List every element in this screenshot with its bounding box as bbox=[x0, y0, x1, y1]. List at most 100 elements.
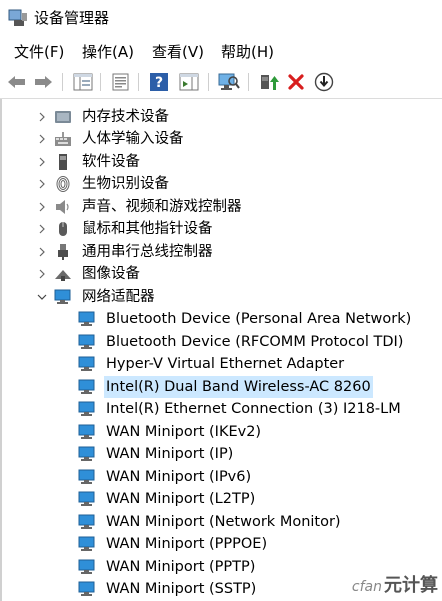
fingerprint-icon bbox=[56, 176, 70, 192]
adapter-label: WAN Miniport (IP) bbox=[106, 446, 234, 462]
speaker-icon bbox=[56, 200, 69, 214]
adapter-item[interactable]: Hyper-V Virtual Ethernet Adapter bbox=[78, 353, 438, 375]
menu-file[interactable]: 文件(F) bbox=[12, 42, 66, 62]
scan-hardware-icon bbox=[218, 73, 240, 90]
toolbar-separator bbox=[138, 73, 139, 91]
disable-device-button[interactable] bbox=[313, 71, 335, 93]
menu-help[interactable]: 帮助(H) bbox=[219, 42, 276, 62]
chevron-right-icon[interactable] bbox=[36, 106, 48, 128]
adapter-label: Bluetooth Device (RFCOMM Protocol TDI) bbox=[106, 334, 404, 350]
adapter-label: Bluetooth Device (Personal Area Network) bbox=[106, 311, 412, 327]
uninstall-icon bbox=[288, 74, 304, 90]
network-icon bbox=[54, 289, 71, 304]
toolbar-separator bbox=[100, 73, 101, 91]
tree-item-label: 内存技术设备 bbox=[82, 109, 169, 125]
network-adapter-icon bbox=[78, 446, 95, 461]
tree-item-sound-video-game[interactable]: 声音、视频和游戏控制器 bbox=[36, 196, 436, 218]
watermark-site: cfan bbox=[351, 579, 382, 595]
toolbar-separator bbox=[208, 73, 209, 91]
adapter-item[interactable]: WAN Miniport (IKEv2) bbox=[78, 421, 438, 443]
help-icon: ? bbox=[150, 73, 168, 91]
chevron-right-icon[interactable] bbox=[36, 173, 48, 195]
show-hide-tree-button[interactable] bbox=[72, 71, 94, 93]
tree-item-label: 声音、视频和游戏控制器 bbox=[82, 199, 242, 215]
network-adapter-icon bbox=[78, 469, 95, 484]
back-button[interactable] bbox=[6, 71, 28, 93]
tree-item-label: 软件设备 bbox=[82, 154, 140, 170]
adapter-item-selected[interactable]: Intel(R) Dual Band Wireless-AC 8260 bbox=[78, 376, 438, 398]
tree-item-biometric[interactable]: 生物识别设备 bbox=[36, 173, 436, 195]
adapter-item[interactable]: Bluetooth Device (Personal Area Network) bbox=[78, 308, 438, 330]
usb-icon bbox=[58, 244, 68, 260]
tree-item-imaging[interactable]: 图像设备 bbox=[36, 263, 436, 285]
adapter-label: WAN Miniport (IPv6) bbox=[106, 469, 252, 485]
adapter-item[interactable]: Bluetooth Device (RFCOMM Protocol TDI) bbox=[78, 331, 438, 353]
forward-button[interactable] bbox=[32, 71, 54, 93]
chevron-right-icon[interactable] bbox=[36, 151, 48, 173]
help-button[interactable]: ? bbox=[148, 71, 170, 93]
network-adapter-icon bbox=[78, 334, 95, 349]
adapter-item[interactable]: WAN Miniport (PPPOE) bbox=[78, 533, 438, 555]
chevron-right-icon[interactable] bbox=[36, 218, 48, 240]
network-adapter-icon bbox=[78, 379, 95, 394]
tree-item-network-adapters[interactable]: 网络适配器 bbox=[36, 286, 436, 308]
chevron-right-icon[interactable] bbox=[36, 196, 48, 218]
camera-icon bbox=[55, 270, 71, 281]
tree-item-label: 网络适配器 bbox=[82, 289, 155, 305]
chevron-right-icon[interactable] bbox=[36, 263, 48, 285]
adapter-label: Intel(R) Dual Band Wireless-AC 8260 bbox=[104, 376, 373, 398]
network-adapter-icon bbox=[78, 424, 95, 439]
toolbar: ? bbox=[0, 66, 442, 99]
adapter-label: WAN Miniport (SSTP) bbox=[106, 581, 257, 597]
chevron-down-icon[interactable] bbox=[36, 286, 48, 308]
adapter-label: WAN Miniport (L2TP) bbox=[106, 491, 256, 507]
toolbar-separator bbox=[248, 73, 249, 91]
tree-item-label: 图像设备 bbox=[82, 266, 140, 282]
tree-item-human-interface[interactable]: 人体学输入设备 bbox=[36, 128, 436, 150]
properties-button[interactable] bbox=[110, 71, 132, 93]
uninstall-device-button[interactable] bbox=[285, 71, 307, 93]
tree-item-mice[interactable]: 鼠标和其他指针设备 bbox=[36, 218, 436, 240]
tree-item-usb[interactable]: 通用串行总线控制器 bbox=[36, 241, 436, 263]
adapter-item[interactable]: WAN Miniport (Network Monitor) bbox=[78, 511, 438, 533]
tree-item-label: 鼠标和其他指针设备 bbox=[82, 221, 213, 237]
watermark: cfan 元计算 bbox=[352, 571, 438, 597]
adapter-item[interactable]: Intel(R) Ethernet Connection (3) I218-LM bbox=[78, 398, 438, 420]
action-pane-button[interactable] bbox=[178, 71, 200, 93]
adapter-item[interactable]: WAN Miniport (IP) bbox=[78, 443, 438, 465]
update-driver-icon bbox=[261, 75, 279, 90]
update-driver-button[interactable] bbox=[258, 71, 280, 93]
adapter-item[interactable]: WAN Miniport (IPv6) bbox=[78, 466, 438, 488]
adapter-label: Hyper-V Virtual Ethernet Adapter bbox=[106, 356, 345, 372]
device-tree: 内存技术设备 人体学输入设备 软件设备 生物识别设备 声音、视频和游戏控制器 鼠… bbox=[0, 99, 442, 601]
network-adapter-icon bbox=[78, 559, 95, 574]
tree-item-software-devices[interactable]: 软件设备 bbox=[36, 151, 436, 173]
adapter-item[interactable]: WAN Miniport (L2TP) bbox=[78, 488, 438, 510]
tree-item-label: 人体学输入设备 bbox=[82, 131, 184, 147]
chevron-right-icon[interactable] bbox=[36, 241, 48, 263]
mouse-icon bbox=[59, 222, 67, 236]
menu-view[interactable]: 查看(V) bbox=[150, 42, 206, 62]
chevron-right-icon[interactable] bbox=[36, 128, 48, 150]
menu-action[interactable]: 操作(A) bbox=[80, 42, 136, 62]
action-pane-icon bbox=[179, 73, 199, 91]
tree-item-memory-technology[interactable]: 内存技术设备 bbox=[36, 106, 436, 128]
device-manager-icon bbox=[8, 9, 27, 26]
network-adapter-icon bbox=[78, 491, 95, 506]
title-bar: 设备管理器 bbox=[0, 0, 442, 36]
scan-hardware-button[interactable] bbox=[218, 71, 240, 93]
hid-icon bbox=[55, 132, 71, 146]
network-adapter-icon bbox=[78, 356, 95, 371]
properties-icon bbox=[112, 73, 129, 91]
adapter-label: WAN Miniport (PPPOE) bbox=[106, 536, 268, 552]
network-adapter-icon bbox=[78, 581, 95, 596]
network-adapter-icon bbox=[78, 311, 95, 326]
window-title: 设备管理器 bbox=[34, 9, 110, 27]
show-hide-tree-icon bbox=[73, 73, 93, 91]
adapter-label: WAN Miniport (Network Monitor) bbox=[106, 514, 341, 530]
back-icon bbox=[8, 76, 25, 88]
svg-text:?: ? bbox=[155, 75, 163, 91]
forward-icon bbox=[35, 76, 52, 88]
network-adapter-icon bbox=[78, 536, 95, 551]
network-adapter-icon bbox=[78, 401, 95, 416]
